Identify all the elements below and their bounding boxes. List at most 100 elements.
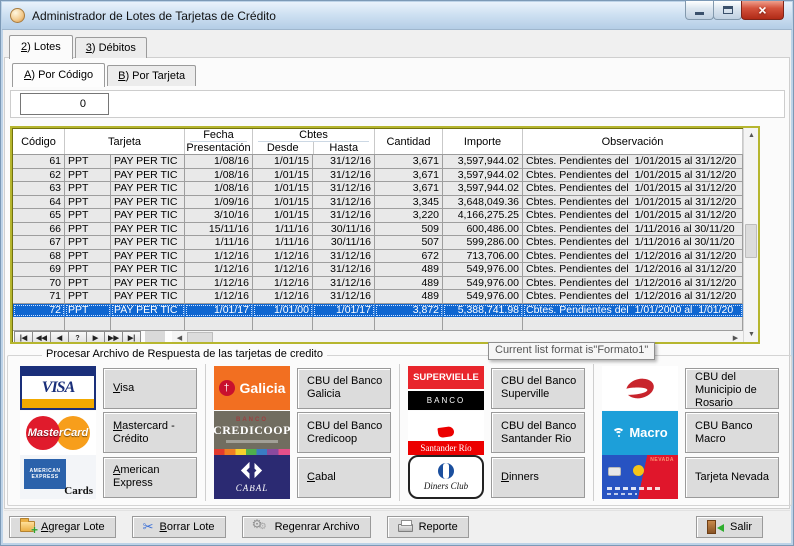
grid-cell-fecha[interactable]: 1/12/16 — [185, 277, 253, 291]
grid-cell-obs[interactable]: Cbtes. Pendientes del 1/12/2016 al 31/12… — [523, 277, 743, 291]
grid-cell-obs[interactable]: Cbtes. Pendientes del 1/01/2015 al 31/12… — [523, 155, 743, 169]
grid-cell-importe[interactable]: 549,976.00 — [443, 277, 523, 291]
grid-cell-desde[interactable]: 1/12/16 — [253, 277, 313, 291]
title-bar[interactable]: Administrador de Lotes de Tarjetas de Cr… — [2, 2, 792, 30]
tab-por-codigo[interactable]: A) Por Código — [12, 63, 105, 87]
grid-cell-tar_cod[interactable]: PPT — [65, 304, 111, 318]
grid-cell-tar_cod[interactable]: PPT — [65, 223, 111, 237]
grid-row[interactable]: 67PPTPAY PER TIC1/11/161/11/1630/11/1650… — [13, 236, 743, 250]
grid-cell-hasta[interactable]: 31/12/16 — [313, 209, 375, 223]
grid-row[interactable]: 64PPTPAY PER TIC1/09/161/01/1531/12/163,… — [13, 196, 743, 210]
grid-cell-cantidad[interactable]: 3,872 — [375, 304, 443, 318]
grid-cell-codigo[interactable]: 66 — [13, 223, 65, 237]
nav-help-button[interactable]: ? — [68, 331, 87, 345]
grid-cell-desde[interactable]: 1/12/16 — [253, 250, 313, 264]
grid-cell-codigo[interactable]: 69 — [13, 263, 65, 277]
grid-row[interactable]: 63PPTPAY PER TIC1/08/161/01/1531/12/163,… — [13, 182, 743, 196]
scroll-down-icon[interactable]: ▼ — [744, 327, 759, 342]
grid-cell-fecha[interactable]: 1/08/16 — [185, 155, 253, 169]
grid-cell-fecha[interactable]: 3/10/16 — [185, 209, 253, 223]
nav-first-button[interactable]: |◀ — [14, 331, 33, 345]
grid-cell-obs[interactable]: Cbtes. Pendientes del 1/01/2015 al 31/12… — [523, 169, 743, 183]
vertical-scroll-track[interactable] — [744, 143, 758, 327]
borrar-lote-button[interactable]: ✂ Borrar Lote — [132, 516, 226, 538]
cbu-banco-superville-button[interactable]: CBU del Banco Superville — [491, 368, 585, 409]
grid-row[interactable]: 62PPTPAY PER TIC1/08/161/01/1531/12/163,… — [13, 169, 743, 183]
grid-cell-cantidad[interactable]: 489 — [375, 290, 443, 304]
salir-button[interactable]: Salir — [696, 516, 763, 538]
grid-cell-tar_nom[interactable]: PAY PER TIC — [111, 209, 185, 223]
grid-cell-tar_cod[interactable]: PPT — [65, 209, 111, 223]
cbu-banco-santander-rio-button[interactable]: CBU del Banco Santander Rio — [491, 412, 585, 453]
scroll-up-icon[interactable]: ▲ — [744, 128, 759, 143]
grid-cell-hasta[interactable]: 30/11/16 — [313, 223, 375, 237]
regenerar-archivo-button[interactable]: ⚙⚙ Regenrar Archivo — [242, 516, 371, 538]
grid-row[interactable]: 72PPTPAY PER TIC1/01/171/01/001/01/173,8… — [13, 304, 743, 318]
grid-cell-fecha[interactable]: 15/11/16 — [185, 223, 253, 237]
grid-cell-codigo[interactable]: 61 — [13, 155, 65, 169]
grid-cell-hasta[interactable]: 31/12/16 — [313, 196, 375, 210]
mastercard-credito-button[interactable]: Mastercard - Crédito — [103, 412, 197, 453]
grid-cell-desde[interactable]: 1/11/16 — [253, 236, 313, 250]
nav-prev-page-button[interactable]: ◀◀ — [32, 331, 51, 345]
grid-cell-tar_nom[interactable]: PAY PER TIC — [111, 250, 185, 264]
grid-cell-obs[interactable]: Cbtes. Pendientes del 1/01/2015 al 31/12… — [523, 196, 743, 210]
nav-next-page-button[interactable]: ▶▶ — [104, 331, 123, 345]
grid-cell-tar_cod[interactable]: PPT — [65, 263, 111, 277]
nav-last-button[interactable]: ▶| — [122, 331, 141, 345]
grid-cell-cantidad[interactable]: 507 — [375, 236, 443, 250]
grid-cell-cantidad[interactable]: 509 — [375, 223, 443, 237]
grid-cell-cantidad[interactable]: 489 — [375, 277, 443, 291]
grid-cell-obs[interactable]: Cbtes. Pendientes del 1/12/2016 al 31/12… — [523, 250, 743, 264]
grid-cell-importe[interactable]: 549,976.00 — [443, 290, 523, 304]
grid-cell-tar_nom[interactable]: PAY PER TIC — [111, 236, 185, 250]
tab-lotes[interactable]: 2) Lotes — [9, 35, 73, 59]
grid-cell-codigo[interactable]: 64 — [13, 196, 65, 210]
grid-cell-obs[interactable]: Cbtes. Pendientes del 1/01/2015 al 31/12… — [523, 209, 743, 223]
grid-row[interactable]: 69PPTPAY PER TIC1/12/161/12/1631/12/1648… — [13, 263, 743, 277]
grid-cell-tar_cod[interactable]: PPT — [65, 182, 111, 196]
grid-cell-tar_cod[interactable]: PPT — [65, 236, 111, 250]
grid-cell-tar_cod[interactable]: PPT — [65, 196, 111, 210]
grid-cell-desde[interactable]: 1/01/15 — [253, 182, 313, 196]
grid-cell-cantidad[interactable]: 3,671 — [375, 182, 443, 196]
vertical-scroll-thumb[interactable] — [745, 224, 757, 258]
cbu-banco-credicoop-button[interactable]: CBU del Banco Credicoop — [297, 412, 391, 453]
grid-cell-tar_nom[interactable]: PAY PER TIC — [111, 290, 185, 304]
grid-cell-obs[interactable]: Cbtes. Pendientes del 1/11/2016 al 30/11… — [523, 236, 743, 250]
reporte-button[interactable]: Reporte — [387, 516, 469, 538]
grid-cell-fecha[interactable]: 1/01/17 — [185, 304, 253, 318]
minimize-button[interactable] — [685, 1, 714, 20]
tab-debitos[interactable]: 3) Débitos — [75, 37, 147, 58]
tab-por-tarjeta[interactable]: B) Por Tarjeta — [107, 65, 196, 86]
dinners-button[interactable]: Dinners — [491, 457, 585, 498]
grid-cell-tar_nom[interactable]: PAY PER TIC — [111, 169, 185, 183]
grid-cell-fecha[interactable]: 1/12/16 — [185, 290, 253, 304]
grid-cell-hasta[interactable]: 31/12/16 — [313, 263, 375, 277]
grid-cell-fecha[interactable]: 1/12/16 — [185, 263, 253, 277]
grid-cell-obs[interactable]: Cbtes. Pendientes del 1/12/2016 al 31/12… — [523, 263, 743, 277]
grid-cell-hasta[interactable]: 1/01/17 — [313, 304, 375, 318]
grid-row[interactable]: 70PPTPAY PER TIC1/12/161/12/1631/12/1648… — [13, 277, 743, 291]
grid-cell-tar_cod[interactable]: PPT — [65, 290, 111, 304]
grid-row[interactable]: 66PPTPAY PER TIC15/11/161/11/1630/11/165… — [13, 223, 743, 237]
grid-cell-codigo[interactable]: 71 — [13, 290, 65, 304]
grid-row[interactable]: 71PPTPAY PER TIC1/12/161/12/1631/12/1648… — [13, 290, 743, 304]
maximize-button[interactable] — [713, 1, 742, 20]
cbu-municipio-rosario-button[interactable]: CBU del Municipio de Rosario — [685, 368, 779, 409]
grid-cell-fecha[interactable]: 1/09/16 — [185, 196, 253, 210]
grid-cell-codigo[interactable]: 67 — [13, 236, 65, 250]
tarjeta-nevada-button[interactable]: Tarjeta Nevada — [685, 457, 779, 498]
grid-row[interactable]: 61PPTPAY PER TIC1/08/161/01/1531/12/163,… — [13, 155, 743, 169]
grid-cell-desde[interactable]: 1/12/16 — [253, 290, 313, 304]
grid-cell-desde[interactable]: 1/11/16 — [253, 223, 313, 237]
close-button[interactable]: × — [741, 1, 784, 20]
grid-cell-hasta[interactable]: 30/11/16 — [313, 236, 375, 250]
nav-next-button[interactable]: ▶ — [86, 331, 105, 345]
grid-cell-importe[interactable]: 3,648,049.36 — [443, 196, 523, 210]
scroll-right-icon[interactable]: ▶ — [728, 331, 743, 345]
grid-cell-tar_cod[interactable]: PPT — [65, 155, 111, 169]
grid-cell-tar_nom[interactable]: PAY PER TIC — [111, 277, 185, 291]
grid-cell-hasta[interactable]: 31/12/16 — [313, 169, 375, 183]
grid-cell-importe[interactable]: 549,976.00 — [443, 263, 523, 277]
